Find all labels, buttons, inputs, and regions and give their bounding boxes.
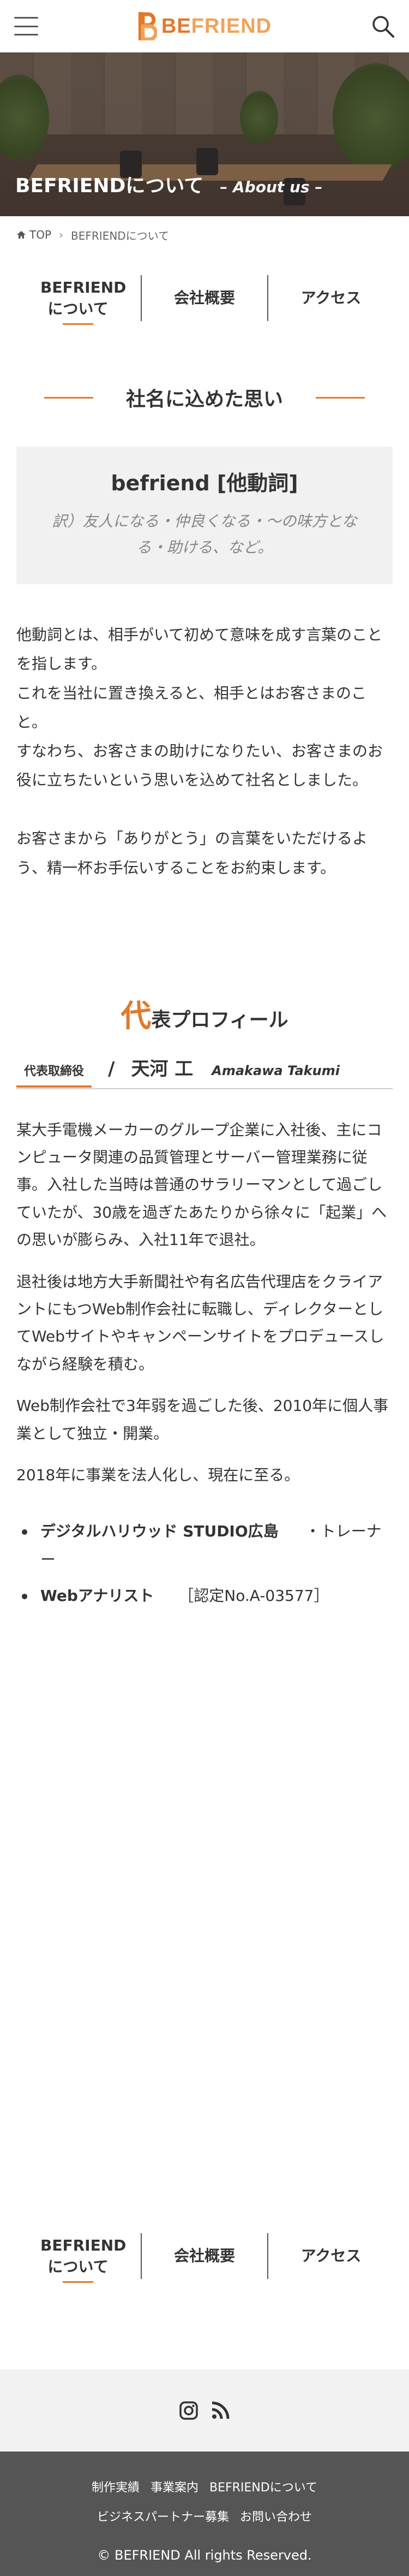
- site-logo[interactable]: BEFRIEND: [137, 12, 272, 40]
- qualifications-list: デジタルハリウッド STUDIO広島 ・トレーナー Webアナリスト ［認定No…: [22, 1517, 393, 1610]
- footer-link-partner[interactable]: ビジネスパートナー募集: [97, 2507, 229, 2525]
- definition-term: befriend [他動詞]: [111, 471, 298, 495]
- footer-link-contact[interactable]: お問い合わせ: [240, 2507, 312, 2525]
- hero-subtitle: – About us –: [220, 178, 323, 196]
- qualification-item: Webアナリスト ［認定No.A-03577］: [22, 1582, 393, 1610]
- heading-divider: [44, 396, 93, 399]
- hero-title-text: BEFRIENDについて: [15, 175, 204, 197]
- qualification-name: Webアナリスト: [40, 1586, 154, 1605]
- profile-paragraph: 退社後は地方大手新聞社や有名広告代理店をクライアントにもつWeb制作会社に転職し…: [16, 1272, 384, 1373]
- home-icon: [17, 231, 26, 239]
- footer-nav-row: 制作実績 事業案内 BEFRIENDについて: [0, 2478, 409, 2495]
- tab-company-profile[interactable]: 会社概要: [142, 2233, 268, 2279]
- instagram-icon[interactable]: [179, 2401, 199, 2420]
- breadcrumb-home-link[interactable]: TOP: [16, 228, 51, 241]
- rss-icon[interactable]: [210, 2401, 230, 2420]
- logo-text-be: BE: [161, 14, 191, 38]
- concept-paragraph: これを当社に置き換えると、相手とはお客さまのこと。: [16, 684, 367, 731]
- tab-about-label: BEFRIENDについて: [37, 2235, 126, 2277]
- footer-nav-row: ビジネスパートナー募集 お問い合わせ: [0, 2507, 409, 2525]
- qualification-name: デジタルハリウッド STUDIO広島: [40, 1522, 279, 1541]
- concept-paragraph: 他動詞とは、相手がいて初めて意味を成す言葉のことを指します。: [16, 626, 383, 673]
- footer-link-works[interactable]: 制作実績: [92, 2478, 140, 2495]
- about-tab-nav: BEFRIENDについて 会社概要 アクセス: [15, 253, 394, 343]
- page: BEFRIEND BEFRIENDについて – About us – TOP ›…: [0, 0, 409, 2576]
- concept-paragraph: お客さまから「ありがとう」の言葉をいただけるよう、精一杯お手伝いすることをお約束…: [16, 829, 368, 877]
- concept-body: 他動詞とは、相手がいて初めて意味を成す言葉のことを指します。 これを当社に置き換…: [16, 620, 393, 882]
- profile-heading-rest: 表プロフィール: [151, 1008, 288, 1031]
- about-tab-nav-bottom: BEFRIENDについて 会社概要 アクセス: [15, 2211, 394, 2301]
- footer-link-about[interactable]: BEFRIENDについて: [209, 2478, 317, 2495]
- site-footer: 制作実績 事業案内 BEFRIENDについて ビジネスパートナー募集 お問い合わ…: [0, 2452, 409, 2576]
- footer-link-services[interactable]: 事業案内: [151, 2478, 199, 2495]
- tab-about[interactable]: BEFRIENDについて: [15, 275, 142, 321]
- profile-body: 某大手電機メーカーのグループ企業に入社後、主にコンピュータ関連の品質管理とサーバ…: [16, 1117, 393, 1489]
- concept-heading-text: 社名に込めた思い: [125, 388, 283, 411]
- tab-access-label: アクセス: [300, 289, 362, 307]
- definition-box: befriend [他動詞] 訳）友人になる・仲良くなる・〜の味方となる・助ける…: [16, 447, 393, 585]
- tab-about-label: BEFRIENDについて: [37, 277, 126, 319]
- profile-paragraph: Web制作会社で3年弱を過ごした後、2010年に個人事業として独立・開業。: [16, 1397, 389, 1443]
- profile-paragraph: 某大手電機メーカーのグループ企業に入社後、主にコンピュータ関連の品質管理とサーバ…: [16, 1120, 387, 1249]
- tab-company-profile-label: 会社概要: [173, 289, 235, 307]
- copyright: © BEFRIEND All rights Reserved.: [97, 2548, 312, 2563]
- search-icon[interactable]: [371, 14, 395, 38]
- heading-divider: [316, 396, 365, 399]
- breadcrumb-home-label: TOP: [29, 228, 52, 241]
- definition-meaning: 訳）友人になる・仲良くなる・〜の味方となる・助ける、など。: [52, 512, 357, 556]
- profile-heading: 代表プロフィール: [0, 992, 409, 1035]
- social-links: [0, 2370, 409, 2452]
- hero-title: BEFRIENDについて – About us –: [15, 170, 322, 198]
- tab-access-label: アクセス: [300, 2247, 362, 2265]
- logo-text-friend: FRIEND: [191, 14, 272, 38]
- chevron-right-icon: ›: [59, 228, 64, 241]
- profile-name-roman: Amakawa Takumi: [212, 1063, 340, 1078]
- site-header: BEFRIEND: [0, 0, 409, 52]
- breadcrumb-current: BEFRIENDについて: [71, 229, 170, 242]
- profile-role: 代表取締役: [16, 1061, 92, 1088]
- tab-access[interactable]: アクセス: [268, 2233, 394, 2279]
- profile-slash: /: [108, 1058, 115, 1080]
- profile-name: 天河 工: [131, 1058, 194, 1080]
- qualification-item: デジタルハリウッド STUDIO広島 ・トレーナー: [22, 1517, 393, 1574]
- tab-access[interactable]: アクセス: [268, 275, 394, 321]
- tab-company-profile[interactable]: 会社概要: [142, 275, 268, 321]
- logo-mark-icon: [138, 12, 157, 40]
- breadcrumb: TOP › BEFRIENDについて: [0, 216, 409, 253]
- tab-about[interactable]: BEFRIENDについて: [15, 2233, 142, 2279]
- logo-text: BEFRIEND: [161, 15, 272, 38]
- concept-heading: 社名に込めた思い: [0, 381, 409, 414]
- profile-name-row: 代表取締役 / 天河 工 Amakawa Takumi: [16, 1054, 393, 1089]
- profile-heading-first-char: 代: [121, 998, 152, 1034]
- profile-paragraph: 2018年に事業を法人化し、現在に至る。: [16, 1465, 300, 1484]
- tab-company-profile-label: 会社概要: [173, 2247, 235, 2265]
- qualification-detail: ［認定No.A-03577］: [178, 1586, 329, 1605]
- hamburger-menu-icon[interactable]: [14, 17, 38, 35]
- hero-banner: BEFRIENDについて – About us –: [0, 52, 409, 216]
- concept-paragraph: すなわち、お客さまの助けになりたい、お客さまのお役に立ちたいという思いを込めて社…: [16, 741, 383, 790]
